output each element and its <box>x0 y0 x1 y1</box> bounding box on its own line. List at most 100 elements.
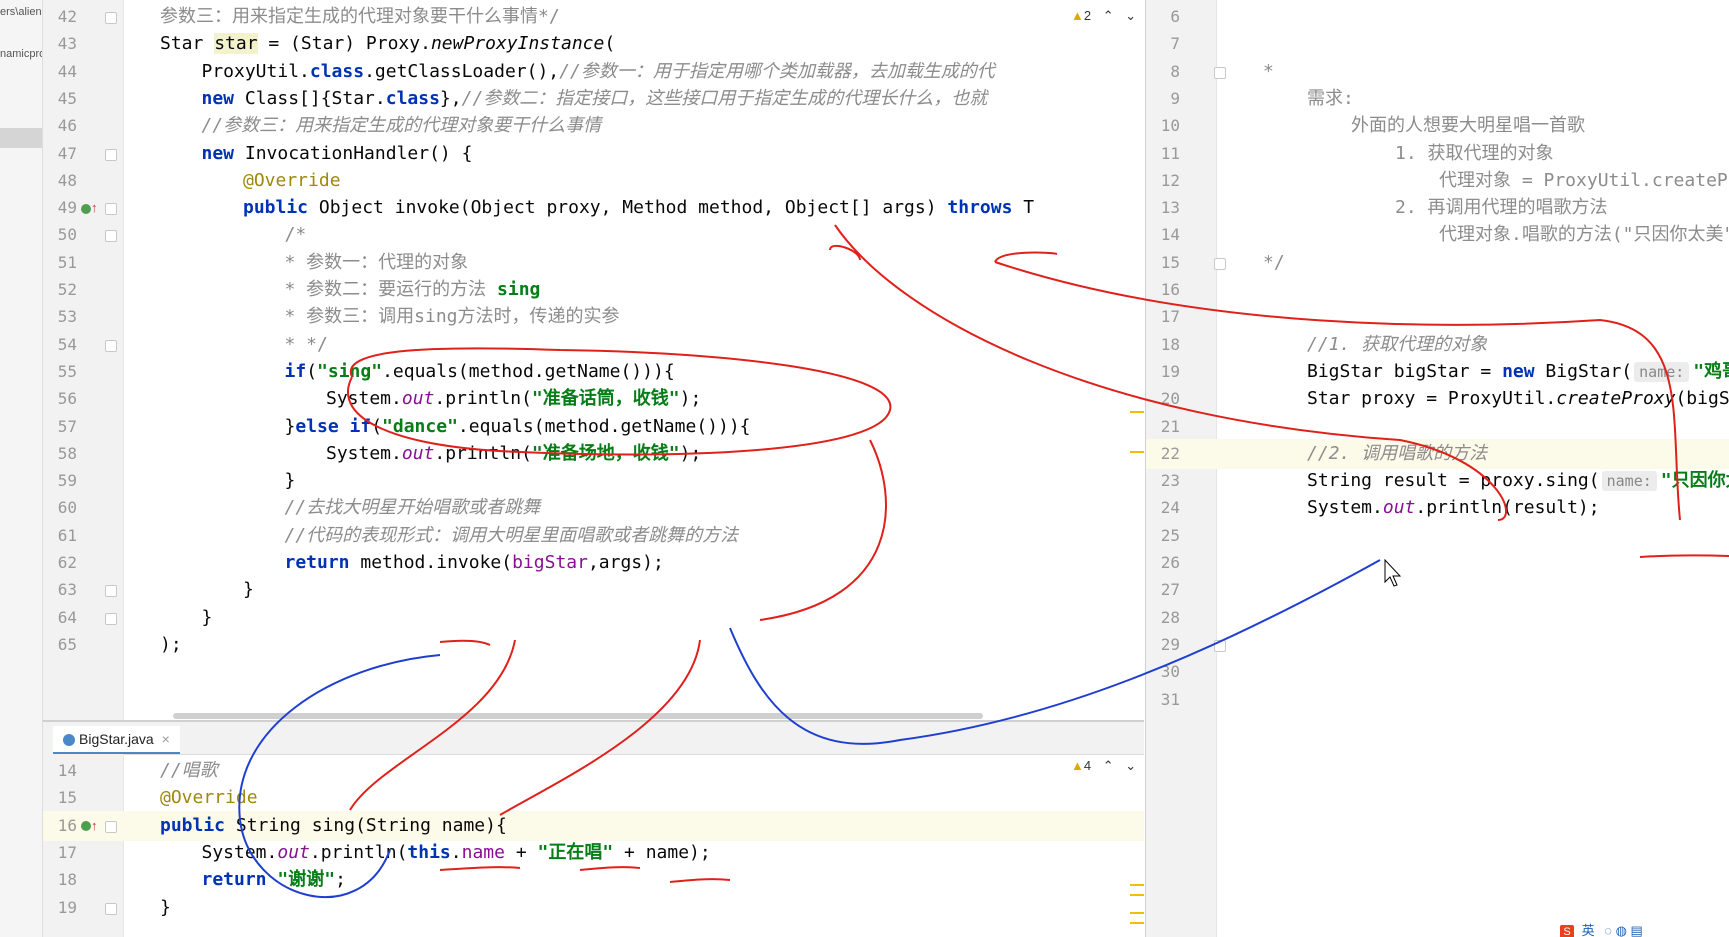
code-token: @Override <box>160 787 258 809</box>
code-line[interactable]: 60 //去找大明星开始唱歌或者跳舞 <box>43 493 1144 523</box>
code-line[interactable]: 42 参数三：用来指定生成的代理对象要干什么事情*/ <box>43 2 1144 32</box>
code-line[interactable]: 17 System.out.println(this.name + "正在唱" +… <box>43 838 1144 868</box>
code-line[interactable]: 55 if("sing".equals(method.getName())){ <box>43 357 1144 387</box>
code-token: Class[]{Star. <box>234 87 386 109</box>
code-line[interactable]: 8 * <box>1146 57 1729 87</box>
editor-top[interactable]: ▲2 ⌃ ⌄ 42 参数三：用来指定生成的代理对象要干什么事情*/43 Star s… <box>43 0 1144 722</box>
fold-icon[interactable] <box>105 612 117 625</box>
code-text: Star proxy = ProxyUtil.createProxy(bigSt… <box>1307 384 1729 414</box>
code-line[interactable]: 53 * 参数三：调用sing方法时，传递的实参 <box>43 302 1144 332</box>
code-text: new InvocationHandler() { <box>202 139 473 169</box>
line-number: 15 <box>1160 252 1180 272</box>
code-line[interactable]: 18 return "谢谢"; <box>43 865 1144 895</box>
code-line[interactable]: 59} <box>43 466 1144 496</box>
code-line[interactable]: 15 @Override <box>43 783 1144 813</box>
code-line[interactable]: 46 //参数三：用来指定生成的代理对象要干什么事情 <box>43 111 1144 141</box>
code-line[interactable]: 49 public Object invoke(Object proxy, Met… <box>43 193 1144 223</box>
code-line[interactable]: 22 //2. 调用唱歌的方法 <box>1146 438 1729 469</box>
code-line[interactable]: 30 <box>1146 657 1729 687</box>
code-line[interactable]: 43 Star star = (Star) Proxy.newProxyInsta… <box>43 29 1144 59</box>
code-line[interactable]: 61 //代码的表现形式：调用大明星里面唱歌或者跳舞的方法 <box>43 521 1144 551</box>
editor-right[interactable]: 6 7 8 * 9 需求: 10 外面的人想要大明星唱一首歌 11 1. 获取代理的对象 12 代理对… <box>1145 0 1729 937</box>
line-number: 29 <box>1160 634 1180 654</box>
code-line[interactable]: 27 <box>1146 575 1729 605</box>
code-line[interactable]: 44 ProxyUtil.class.getClassLoader(),//参数一… <box>43 57 1144 87</box>
code-text: public String sing(String name){ <box>160 811 507 841</box>
code-line[interactable]: 23 String result = proxy.sing(name:"只因你太 <box>1146 466 1729 496</box>
code-token: * */ <box>284 333 328 355</box>
code-line[interactable]: 7 <box>1146 29 1729 59</box>
code-line[interactable]: 51 * 参数一：代理的对象 <box>43 248 1144 278</box>
implementation-gutter-icon[interactable]: ↑ <box>81 193 98 223</box>
line-number: 54 <box>57 334 77 354</box>
line-number: 46 <box>57 116 77 136</box>
code-line[interactable]: 31 <box>1146 685 1729 715</box>
code-token: "正在唱" <box>537 841 614 863</box>
code-line[interactable]: 57}else if("dance".equals(method.getName… <box>43 412 1144 442</box>
close-icon[interactable]: × <box>162 731 170 747</box>
code-line[interactable]: 6 <box>1146 2 1729 32</box>
code-line[interactable]: 47 new InvocationHandler() { <box>43 139 1144 169</box>
code-line[interactable]: 45 new Class[]{Star.class},//参数二：指定接口，这些接… <box>43 84 1144 114</box>
project-selected-row[interactable] <box>0 128 42 148</box>
horizontal-scrollbar[interactable] <box>173 713 983 719</box>
code-line[interactable]: 19} <box>43 893 1144 923</box>
fold-icon[interactable] <box>1214 66 1226 79</box>
code-line[interactable]: 13 2. 再调用代理的唱歌方法 <box>1146 193 1729 223</box>
code-line[interactable]: 16 <box>1146 275 1729 305</box>
code-token: out <box>277 841 310 863</box>
code-line[interactable]: 10 外面的人想要大明星唱一首歌 <box>1146 111 1729 141</box>
code-line[interactable]: 56 System.out.println("准备话筒，收钱"); <box>43 384 1144 414</box>
fold-icon[interactable] <box>105 148 117 161</box>
code-line[interactable]: 14 代理对象.唱歌的方法("只因你太美"); <box>1146 220 1729 250</box>
code-line[interactable]: 26 <box>1146 548 1729 578</box>
code-line[interactable]: 54 * */ <box>43 330 1144 360</box>
code-line[interactable]: 16 public String sing(String name){↑ <box>43 810 1144 841</box>
line-number: 25 <box>1160 525 1180 545</box>
code-token: //代码的表现形式：调用大明星里面唱歌或者跳舞的方法 <box>284 524 739 546</box>
code-line[interactable]: 21 <box>1146 412 1729 442</box>
fold-icon[interactable] <box>105 230 117 243</box>
code-line[interactable]: 17 <box>1146 302 1729 332</box>
code-line[interactable]: 9 需求: <box>1146 84 1729 114</box>
code-line[interactable]: 15 */ <box>1146 248 1729 278</box>
code-text: } <box>160 893 171 923</box>
code-line[interactable]: 58 System.out.println("准备场地，收钱"); <box>43 439 1144 469</box>
code-line[interactable]: 63} <box>43 575 1144 605</box>
code-line[interactable]: 12 代理对象 = ProxyUtil.createProxy(大 <box>1146 166 1729 196</box>
code-token: //1. 获取代理的对象 <box>1307 333 1488 355</box>
code-line[interactable]: 62 return method.invoke(bigStar,args); <box>43 548 1144 578</box>
fold-icon[interactable] <box>105 203 117 216</box>
code-line[interactable]: 14 //唱歌 <box>43 756 1144 786</box>
code-line[interactable]: 18 //1. 获取代理的对象 <box>1146 330 1729 360</box>
code-text: //唱歌 <box>160 756 218 786</box>
fold-icon[interactable] <box>105 902 117 915</box>
code-line[interactable]: 25 <box>1146 521 1729 551</box>
tab-bigstar-java[interactable]: BigStar.java × <box>53 726 180 754</box>
editor-bottom[interactable]: BigStar.java × ▲4 ⌃ ⌄ 14//唱歌 15 @Override 1… <box>43 722 1144 937</box>
fold-icon[interactable] <box>105 12 117 24</box>
code-line[interactable]: 28 <box>1146 603 1729 633</box>
input-method-icon[interactable]: S <box>1560 925 1574 937</box>
fold-icon[interactable] <box>105 339 117 352</box>
code-line[interactable]: 20 Star proxy = ProxyUtil.createProxy(big… <box>1146 384 1729 414</box>
code-line[interactable]: 24 System.out.println(result); <box>1146 493 1729 523</box>
code-line[interactable]: 29 <box>1146 630 1729 660</box>
fold-icon[interactable] <box>105 585 117 598</box>
fold-icon[interactable] <box>105 820 117 833</box>
code-line[interactable]: 64} <box>43 603 1144 633</box>
code-line[interactable]: 19 BigStar bigStar = new BigStar(name:"鸡哥 <box>1146 357 1729 387</box>
code-line[interactable]: 52 * 参数二：要运行的方法 sing <box>43 275 1144 305</box>
code-text: 代理对象 = ProxyUtil.createProxy(大 <box>1439 166 1729 196</box>
code-token: public <box>160 814 226 836</box>
code-token: } <box>243 579 254 601</box>
code-line[interactable]: 48 @Override <box>43 166 1144 196</box>
implementation-gutter-icon[interactable]: ↑ <box>81 811 98 841</box>
code-line[interactable]: 65); <box>43 630 1144 660</box>
line-number: 19 <box>1160 361 1180 381</box>
fold-icon[interactable] <box>1214 257 1226 270</box>
code-line[interactable]: 50 /* <box>43 220 1144 250</box>
fold-icon[interactable] <box>1214 639 1226 652</box>
code-text: * 参数二：要运行的方法 sing <box>285 275 541 305</box>
code-line[interactable]: 11 1. 获取代理的对象 <box>1146 139 1729 169</box>
